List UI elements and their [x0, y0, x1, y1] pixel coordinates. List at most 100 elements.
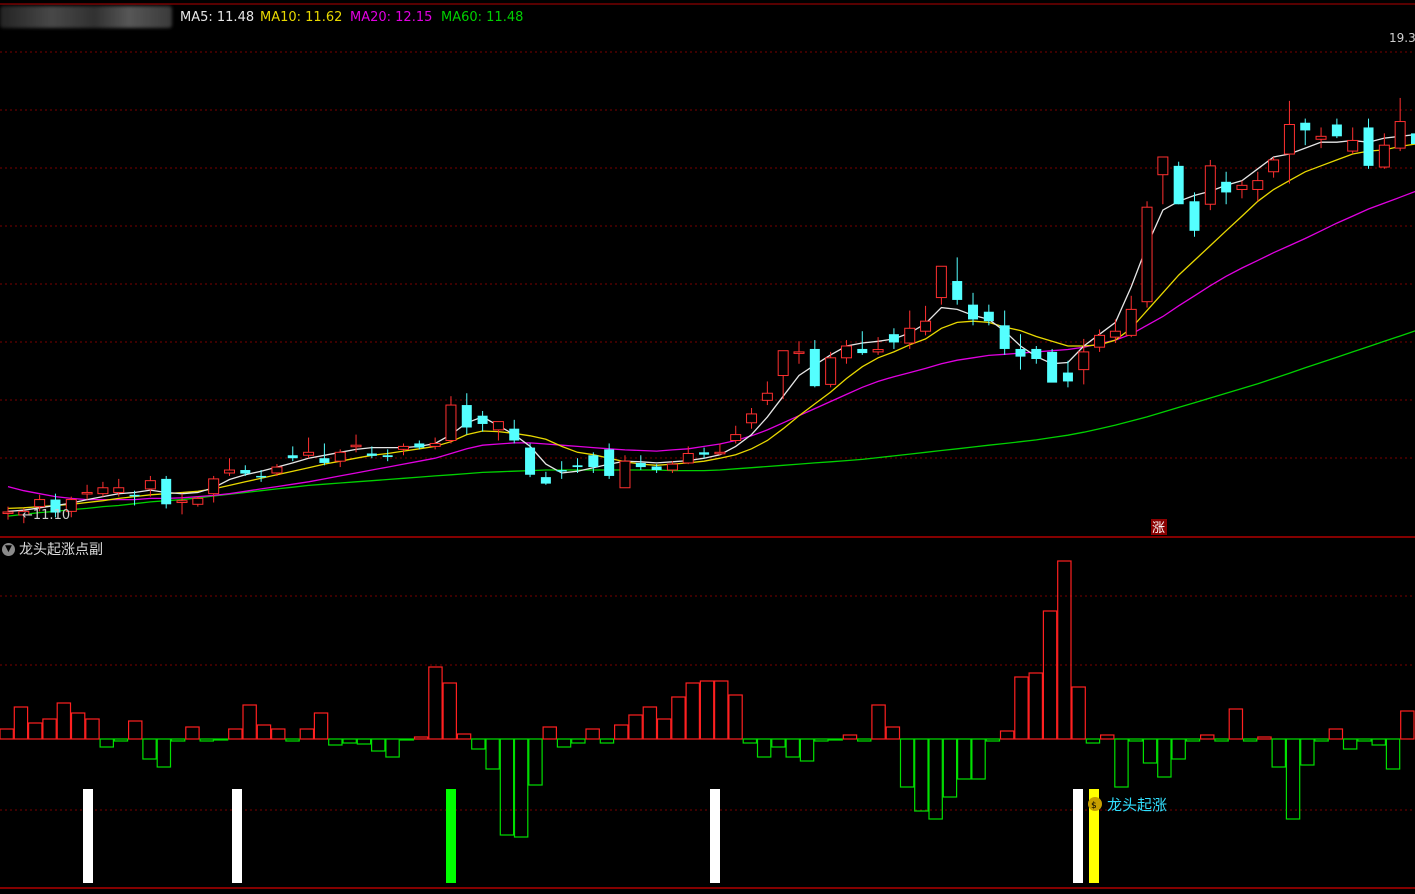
- candle-body-up: [825, 357, 837, 385]
- histogram-bar: [1314, 738, 1329, 742]
- histogram-bar: [399, 738, 415, 741]
- histogram-bar: [56, 702, 72, 740]
- histogram-bar: [313, 712, 329, 740]
- candle: [1204, 159, 1216, 211]
- candle: [223, 458, 235, 476]
- signal-bar: [1073, 789, 1083, 883]
- candle-body-up: [303, 451, 315, 456]
- histogram-bar: [256, 724, 272, 740]
- signal-bar: [446, 789, 456, 883]
- candle-body-down: [1189, 201, 1200, 231]
- candle: [461, 393, 472, 435]
- histogram-bar: [956, 738, 972, 780]
- histogram-bar: [1085, 738, 1101, 744]
- histogram-bar: [613, 724, 629, 740]
- candle-body-down: [1031, 348, 1042, 359]
- candle: [952, 257, 963, 305]
- ma5-legend: MA5: 11.48: [180, 10, 254, 25]
- candle: [398, 443, 409, 456]
- candle-body-up: [1236, 184, 1248, 190]
- candle-body-down: [461, 405, 472, 428]
- candle-body-down: [635, 462, 646, 468]
- histogram-bar: [1128, 738, 1143, 742]
- histogram-bar: [642, 706, 658, 740]
- histogram-bar: [1171, 738, 1186, 760]
- histogram-bar: [885, 726, 901, 740]
- candle: [1315, 127, 1327, 149]
- candle-body-up: [271, 466, 283, 474]
- candle: [192, 496, 204, 507]
- histogram-bar: [328, 738, 343, 746]
- histogram-bar: [1385, 738, 1401, 770]
- sub-grid: [0, 595, 1415, 811]
- candle: [540, 471, 551, 485]
- candle-body-down: [1300, 122, 1311, 131]
- histogram-bar: [971, 738, 986, 780]
- histogram-bar: [856, 738, 872, 742]
- candle: [382, 449, 393, 462]
- candle-body-up: [1109, 330, 1121, 338]
- candle: [1221, 171, 1232, 205]
- histogram-bar: [899, 738, 915, 788]
- candle: [81, 484, 93, 500]
- indicator-title-bar[interactable]: ▼ 龙头起涨点副: [2, 539, 103, 559]
- histogram-bar: [299, 728, 315, 740]
- candle-body-up: [1347, 139, 1359, 152]
- histogram-bar: [828, 738, 843, 741]
- signal-bar: [232, 789, 242, 883]
- candle-body-down: [540, 477, 551, 484]
- candle: [1236, 180, 1248, 199]
- histogram-bar: [342, 738, 357, 744]
- candle-body-up: [176, 500, 188, 504]
- histogram-bar: [213, 738, 229, 741]
- candle: [699, 447, 710, 459]
- candle: [509, 419, 520, 444]
- histogram-bar: [928, 738, 943, 820]
- candle: [429, 437, 441, 450]
- chevron-down-icon[interactable]: ▼: [2, 542, 15, 556]
- candle-body-up: [223, 469, 235, 474]
- histogram-bar: [242, 704, 257, 740]
- candle: [1394, 97, 1406, 152]
- histogram-bar: [285, 738, 300, 742]
- candle-body-up: [1315, 135, 1327, 140]
- candle-body-up: [1252, 180, 1264, 190]
- histogram-bar: [656, 718, 672, 740]
- histogram-bar: [113, 738, 129, 742]
- candle-body-up: [1125, 308, 1137, 336]
- candle-body-down: [256, 475, 267, 478]
- histogram-bar: [1342, 738, 1358, 750]
- chart-canvas: MA5: 11.48 MA10: 11.62 MA20: 12.15 MA60:…: [0, 3, 1415, 889]
- candle-body-down: [1062, 372, 1073, 382]
- candle-body-down: [572, 465, 583, 468]
- signal-bars: [83, 789, 1099, 883]
- candle: [1015, 334, 1026, 370]
- candle: [999, 310, 1010, 355]
- histogram-bar: [442, 682, 458, 740]
- histogram-bar: [556, 738, 572, 748]
- histogram-bar: [699, 680, 715, 740]
- candle: [97, 481, 109, 497]
- candle: [793, 341, 805, 364]
- price-top-label: 19.3: [1389, 31, 1415, 45]
- low-price-marker: ←11.10: [22, 508, 70, 523]
- candle-body-down: [983, 311, 994, 322]
- indicator-title: 龙头起涨点副: [19, 542, 103, 558]
- candle-body-down: [1047, 351, 1058, 383]
- candle: [1252, 171, 1264, 202]
- histogram-bar: [271, 728, 286, 740]
- candle: [287, 446, 298, 462]
- candle: [1410, 133, 1415, 144]
- candle-body-up: [429, 442, 441, 447]
- signal-bar: [710, 789, 720, 883]
- histogram-bar: [1014, 676, 1029, 740]
- candle-body-down: [604, 449, 615, 476]
- candle-body-up: [1204, 165, 1216, 205]
- candle: [1363, 118, 1374, 169]
- histogram-bar: [128, 720, 143, 740]
- histogram-bar: [485, 738, 500, 770]
- candle: [303, 437, 315, 459]
- histogram-bar: [914, 738, 929, 812]
- candle-body-up: [445, 404, 457, 441]
- candle: [1268, 156, 1280, 178]
